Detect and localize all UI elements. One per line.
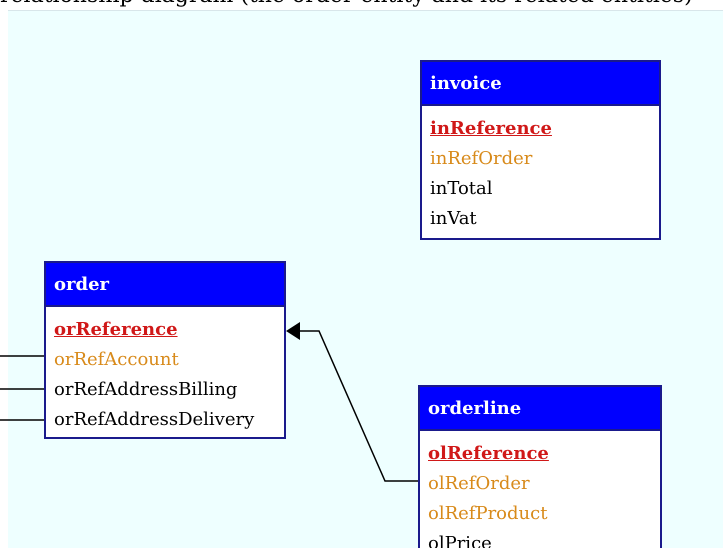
entity-orderline[interactable]: orderline olReference olRefOrder olRefPr…	[418, 385, 662, 548]
entity-title: invoice	[422, 62, 659, 106]
entity-field-list: orReference orRefAccount orRefAddressBil…	[46, 307, 284, 435]
entity-title: order	[46, 263, 284, 307]
entity-field: orRefAddressBilling	[54, 379, 238, 400]
entity-field-primary-key: olReference	[428, 443, 549, 464]
entity-field: inVat	[430, 208, 477, 229]
orderline-to-order-relationship	[299, 330, 418, 482]
entity-field: inTotal	[430, 178, 493, 199]
entity-field: olPrice	[428, 533, 492, 548]
entity-invoice[interactable]: invoice inReference inRefOrder inTotal i…	[420, 60, 661, 240]
entity-order[interactable]: order orReference orRefAccount orRefAddr…	[44, 261, 286, 439]
entity-field-primary-key: orReference	[54, 319, 178, 340]
entity-title: orderline	[420, 387, 660, 431]
arrowhead-icon	[286, 322, 300, 340]
entity-field-foreign-key: inRefOrder	[430, 148, 533, 169]
entity-field-foreign-key: orRefAccount	[54, 349, 179, 370]
entity-field-foreign-key: olRefProduct	[428, 503, 548, 524]
entity-field-foreign-key: olRefOrder	[428, 473, 530, 494]
entity-field-primary-key: inReference	[430, 118, 552, 139]
entity-field-list: olReference olRefOrder olRefProduct olPr…	[420, 431, 660, 548]
entity-field: orRefAddressDelivery	[54, 409, 255, 430]
entity-field-list: inReference inRefOrder inTotal inVat	[422, 106, 659, 234]
page: relationship diagram (the order entity a…	[0, 0, 723, 548]
